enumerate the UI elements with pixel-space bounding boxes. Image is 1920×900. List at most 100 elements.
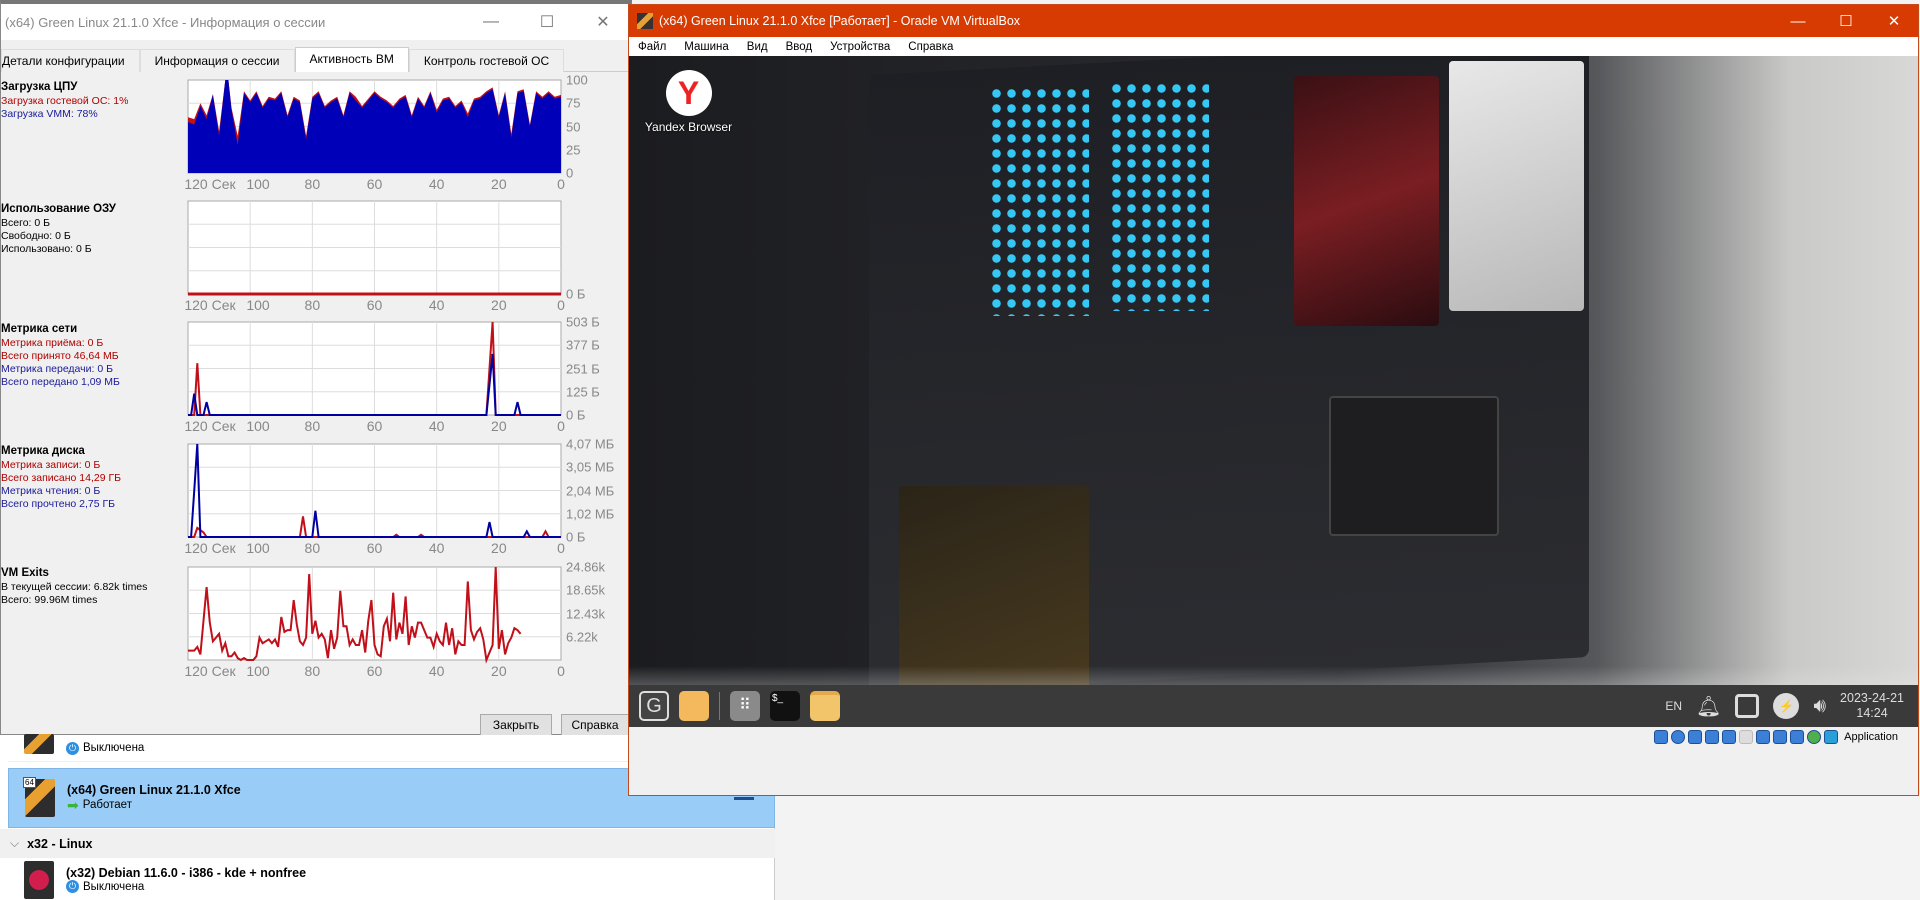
- menu-machine[interactable]: Машина: [675, 41, 738, 53]
- close-window-button[interactable]: ✕: [575, 4, 631, 40]
- menu-help[interactable]: Справка: [899, 41, 962, 53]
- close-button[interactable]: Закрыть: [480, 714, 552, 736]
- group-name: x32 - Linux: [27, 836, 93, 851]
- host-key-icon[interactable]: [1824, 730, 1839, 744]
- tab-config-details[interactable]: Детали конфигурации: [1, 49, 140, 72]
- cpu-vmm-load: Загрузка VMM: 78%: [1, 108, 98, 120]
- hard-disk-icon[interactable]: [1654, 730, 1669, 744]
- x-tick-label: 60: [366, 663, 383, 679]
- mouse-integration-icon[interactable]: [1807, 730, 1822, 744]
- disk-read-rate: Метрика чтения: 0 Б: [1, 485, 101, 497]
- net-tx-rate: Метрика передачи: 0 Б: [1, 363, 113, 375]
- vm-name: (x64) Green Linux 21.1.0 Xfce: [67, 782, 241, 797]
- tab-bar: Детали конфигурации Информация о сессии …: [1, 47, 631, 72]
- maximize-button[interactable]: ☐: [519, 4, 575, 40]
- vm-status-bar: Application: [629, 727, 1918, 747]
- net-rx-total: Всего принято 46,64 МБ: [1, 350, 119, 362]
- x-tick-label: 40: [428, 540, 445, 556]
- tab-session-info[interactable]: Информация о сессии: [139, 49, 295, 72]
- clock[interactable]: 2023-24-21 14:24: [1840, 691, 1904, 721]
- menu-view[interactable]: Вид: [738, 41, 777, 53]
- video-capture-icon[interactable]: [1773, 730, 1788, 744]
- usb-icon[interactable]: [1722, 730, 1737, 744]
- x-tick-label: 120 Сек: [184, 297, 236, 313]
- notifications-bell-icon[interactable]: 🔔︎: [1696, 694, 1721, 719]
- power-off-icon: ⏻: [66, 880, 79, 893]
- tab-vm-activity[interactable]: Активность ВМ: [294, 47, 409, 72]
- maximize-button[interactable]: ☐: [1822, 5, 1870, 37]
- y-tick-label: 251 Б: [566, 361, 600, 376]
- guest-display[interactable]: Y Yandex Browser: [629, 56, 1918, 736]
- y-tick-label: 50: [566, 119, 581, 134]
- cpu-guest-load: Загрузка гостевой ОС: 1%: [1, 95, 129, 107]
- help-button[interactable]: Справка: [561, 714, 629, 736]
- app-icon: [637, 13, 653, 29]
- net-chart: 503 Б 377 Б 251 Б 125 Б 0 Б 120 Сек 100 80 60 40 2…: [184, 315, 599, 435]
- preview-toggle-icon[interactable]: [734, 797, 754, 800]
- x-tick-label: 80: [304, 297, 321, 313]
- menu-input[interactable]: Ввод: [777, 41, 822, 53]
- file-manager-icon[interactable]: [810, 691, 840, 721]
- y-tick-label: 6.22k: [566, 629, 598, 645]
- show-desktop-icon[interactable]: [679, 691, 709, 721]
- title-bar: (x64) Green Linux 21.1.0 Xfce [Работает]…: [629, 5, 1918, 37]
- clock-date: 2023-24-21: [1840, 691, 1904, 705]
- x-tick-label: 60: [366, 418, 383, 434]
- debian-os-icon: [24, 860, 54, 899]
- disk-section: Метрика диска Метрика записи: 0 Б Всего …: [1, 444, 121, 511]
- shared-folders-icon[interactable]: [1739, 730, 1754, 744]
- network-icon[interactable]: [1735, 694, 1760, 718]
- terminal-icon[interactable]: $_: [770, 691, 800, 721]
- virtualization-icon[interactable]: [1790, 730, 1805, 744]
- vm-row[interactable]: (x32) Debian 11.6.0 - i386 - kde + nonfr…: [8, 859, 775, 900]
- menu-file[interactable]: Файл: [629, 41, 675, 53]
- vm-group-header[interactable]: ⌵ x32 - Linux: [0, 829, 775, 858]
- wallpaper-leds: [1109, 81, 1209, 311]
- minimize-button[interactable]: —: [463, 4, 519, 40]
- display-icon[interactable]: [1756, 730, 1771, 744]
- whisker-menu-icon[interactable]: G: [639, 691, 669, 721]
- y-tick-label: 25: [566, 142, 581, 158]
- x-tick-label: 80: [304, 418, 321, 434]
- volume-icon[interactable]: 🔊︎: [1813, 695, 1826, 718]
- running-arrow-icon: ➡: [67, 796, 79, 813]
- wallpaper-leds: [989, 86, 1089, 316]
- x-tick-label: 20: [491, 297, 507, 313]
- virtualbox-vm-window: (x64) Green Linux 21.1.0 Xfce [Работает]…: [628, 4, 1919, 796]
- minimize-button[interactable]: —: [1774, 5, 1822, 37]
- ram-used: Использовано: 0 Б: [1, 243, 92, 255]
- x-tick-label: 0: [557, 297, 565, 313]
- y-tick-label: 0 Б: [566, 407, 586, 423]
- host-key-label: Application: [1844, 731, 1898, 743]
- y-tick-label: 2,04 МБ: [566, 483, 615, 498]
- x-tick-label: 120 Сек: [184, 663, 236, 679]
- x-tick-label: 60: [366, 297, 383, 313]
- tab-guest-control[interactable]: Контроль гостевой ОС: [408, 49, 565, 72]
- vm-state: Работает: [82, 799, 132, 811]
- cpu-title: Загрузка ЦПУ: [1, 81, 78, 93]
- x-tick-label: 80: [304, 663, 321, 679]
- audio-icon[interactable]: [1688, 730, 1703, 744]
- y-tick-label: 4,07 МБ: [566, 436, 615, 452]
- network-adapter-icon[interactable]: [1705, 730, 1720, 744]
- app-grid-icon[interactable]: ⠿: [730, 691, 760, 721]
- menu-bar: Файл Машина Вид Ввод Устройства Справка: [629, 37, 1918, 56]
- series-1: [188, 80, 561, 173]
- close-window-button[interactable]: ✕: [1870, 5, 1918, 37]
- wallpaper-ssd: [1329, 396, 1499, 536]
- x-tick-label: 100: [246, 663, 270, 679]
- optical-drive-icon[interactable]: [1671, 730, 1686, 744]
- net-tx-total: Всего передано 1,09 МБ: [1, 376, 120, 388]
- x-tick-label: 120 Сек: [184, 418, 236, 434]
- cpu-chart: 100 75 50 25 0 120 Сек 100 80 60 40 20 0: [184, 73, 587, 193]
- x-tick-label: 40: [428, 418, 445, 434]
- vm-state: Выключена: [83, 742, 145, 754]
- keyboard-layout[interactable]: EN: [1665, 699, 1682, 713]
- ram-chart: 0 Б 120 Сек 100 80 60 40 20 0: [184, 200, 585, 313]
- ram-title: Использование ОЗУ: [1, 203, 116, 215]
- wallpaper-hdd: [1449, 61, 1584, 311]
- exits-title: VM Exits: [1, 567, 49, 579]
- power-manager-icon[interactable]: ⚡: [1773, 693, 1800, 719]
- menu-devices[interactable]: Устройства: [821, 41, 899, 53]
- desktop-icon-yandex[interactable]: Y Yandex Browser: [641, 70, 736, 134]
